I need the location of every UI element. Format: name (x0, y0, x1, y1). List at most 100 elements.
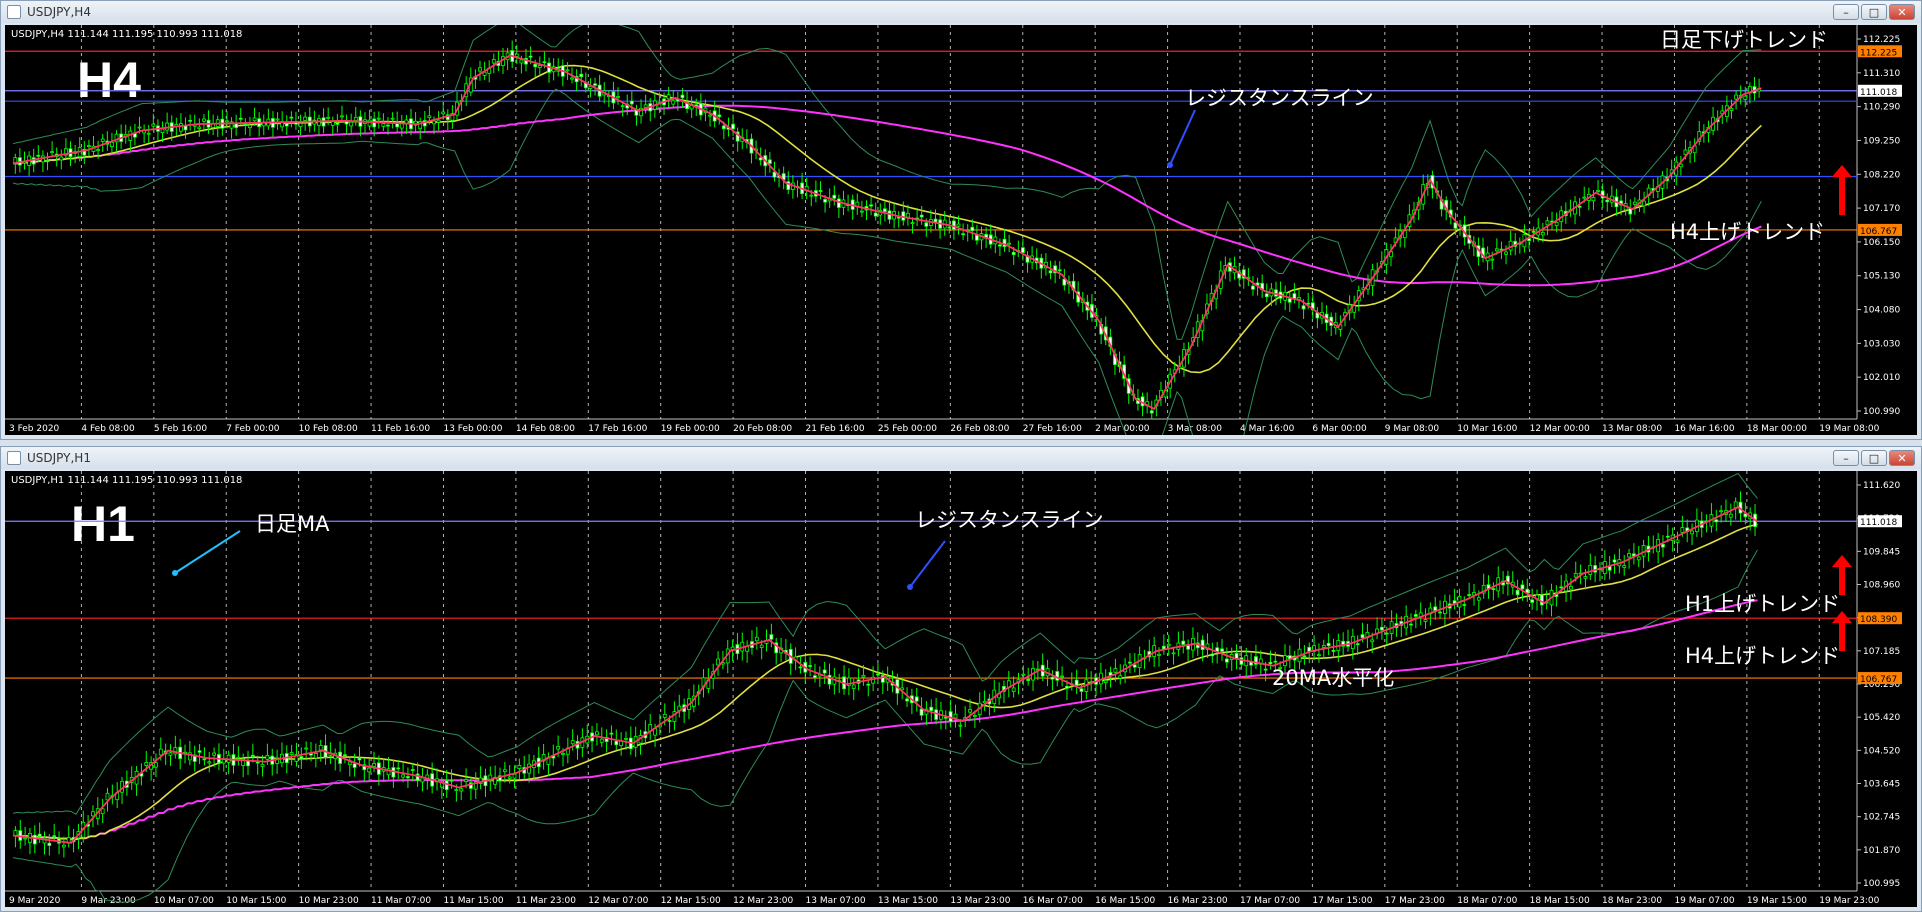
candle-body (349, 121, 354, 127)
candle-body (1317, 654, 1321, 657)
candle-body (91, 811, 95, 817)
candle-body (197, 750, 202, 753)
candle-body (528, 55, 533, 58)
candle-body (304, 747, 309, 750)
timeframe-label: H4 (77, 52, 141, 108)
candle-body (716, 658, 720, 666)
candle-body (1719, 510, 1724, 513)
chart-canvas-h1[interactable]: USDJPY,H1 111.144 111.195 110.993 111.01… (5, 471, 1917, 907)
candle-body (1728, 513, 1733, 518)
chart-window-h4[interactable]: USDJPY,H4 – □ ✕ USDJPY,H4 111.144 111.19… (0, 0, 1922, 440)
annotation-arrow (174, 530, 241, 574)
candle-body (1011, 687, 1016, 692)
candle-body (616, 96, 620, 98)
candle-body (579, 73, 584, 78)
candle-body (372, 763, 376, 767)
candle-body (972, 715, 977, 717)
annotation-arrow-head (1167, 162, 1173, 168)
candle-body (352, 763, 357, 768)
candle-body (87, 145, 91, 147)
candle-body (1515, 589, 1520, 596)
chart-canvas-h4[interactable]: USDJPY,H4 111.144 111.195 110.993 111.01… (5, 25, 1917, 435)
candle-body (427, 115, 432, 119)
candle-body (1103, 680, 1108, 683)
close-button[interactable]: ✕ (1889, 4, 1915, 20)
candle-body (238, 117, 243, 120)
window-title: USDJPY,H1 (27, 451, 91, 465)
window-titlebar[interactable]: USDJPY,H1 – □ ✕ (1, 447, 1921, 469)
x-tick-label: 10 Mar 16:00 (1457, 424, 1517, 434)
x-tick-label: 3 Mar 08:00 (1168, 424, 1223, 434)
candle-body (1331, 649, 1336, 652)
candle-body (146, 132, 151, 135)
candle-body (454, 789, 459, 791)
chart-window-h1[interactable]: USDJPY,H1 – □ ✕ USDJPY,H1 111.144 111.19… (0, 446, 1922, 912)
maximize-button[interactable]: □ (1861, 4, 1887, 20)
x-tick-label: 19 Mar 07:00 (1674, 896, 1734, 906)
candle-body (1413, 614, 1418, 617)
maximize-button[interactable]: □ (1861, 450, 1887, 466)
candle-body (1554, 222, 1559, 227)
candle-body (1149, 410, 1154, 414)
candle-body (1132, 664, 1137, 668)
chart-svg-h1[interactable]: USDJPY,H1 111.144 111.195 110.993 111.01… (5, 471, 1917, 907)
candle-body (570, 740, 575, 745)
candle-body (1264, 293, 1269, 298)
candle-body (275, 118, 280, 121)
y-tick-label: 102.010 (1863, 373, 1900, 383)
x-tick-label: 11 Mar 07:00 (371, 896, 431, 906)
candle-body (1591, 197, 1596, 202)
candle-body (1011, 252, 1016, 256)
candle-body (367, 767, 372, 773)
candle-body (680, 94, 685, 99)
x-tick-label: 13 Mar 07:00 (806, 896, 866, 906)
close-button[interactable]: ✕ (1889, 450, 1915, 466)
y-tick-label: 105.420 (1863, 713, 1900, 723)
candle-body (514, 53, 519, 57)
price-label: 106.767 (1860, 227, 1897, 237)
x-tick-label: 7 Feb 00:00 (226, 424, 280, 434)
candle-body (517, 765, 522, 769)
y-tick-label: 104.520 (1863, 746, 1900, 756)
candle-body (1661, 543, 1665, 548)
candle-body (809, 194, 814, 197)
x-tick-label: 25 Feb 00:00 (878, 424, 937, 434)
candle-body (882, 208, 887, 213)
x-tick-label: 17 Feb 16:00 (588, 424, 647, 434)
candle-body (381, 123, 386, 127)
candle-body (1200, 639, 1205, 650)
x-tick-label: 18 Mar 07:00 (1457, 896, 1517, 906)
annotation-label: レジスタンスライン (1185, 86, 1374, 110)
window-titlebar[interactable]: USDJPY,H4 – □ ✕ (1, 1, 1921, 23)
x-tick-label: 3 Feb 2020 (9, 424, 60, 434)
annotation-arrow (909, 540, 946, 588)
bollinger-upper-band (12, 25, 1762, 340)
candle-body (919, 214, 924, 218)
minimize-button[interactable]: – (1833, 4, 1859, 20)
candle-body (1462, 604, 1467, 606)
x-tick-label: 9 Mar 2020 (9, 896, 61, 906)
candle-body (1531, 231, 1536, 233)
annotation-label: 20MA水平化 (1272, 666, 1394, 690)
candle-body (158, 748, 163, 756)
candle-body (813, 675, 817, 679)
y-tick-label: 105.130 (1863, 272, 1900, 282)
candle-body (144, 762, 149, 766)
candle-body (1612, 559, 1617, 563)
candle-body (459, 788, 464, 792)
chart-svg-h4[interactable]: USDJPY,H4 111.144 111.195 110.993 111.01… (5, 25, 1917, 435)
x-tick-label: 10 Mar 15:00 (226, 896, 286, 906)
trend-up-arrow-shaft (1839, 621, 1845, 651)
candle-body (464, 779, 468, 782)
candle-body (246, 760, 250, 767)
candle-body (873, 212, 878, 217)
candle-body (1268, 661, 1273, 665)
trend-up-arrow-shaft (1839, 175, 1845, 215)
bollinger-lower-band (12, 88, 1762, 435)
y-tick-label: 111.310 (1863, 69, 1900, 79)
minimize-button[interactable]: – (1833, 450, 1859, 466)
candle-body (1287, 298, 1292, 303)
x-tick-label: 13 Mar 23:00 (950, 896, 1010, 906)
y-tick-label: 107.185 (1863, 647, 1900, 657)
candle-body (1632, 201, 1637, 205)
